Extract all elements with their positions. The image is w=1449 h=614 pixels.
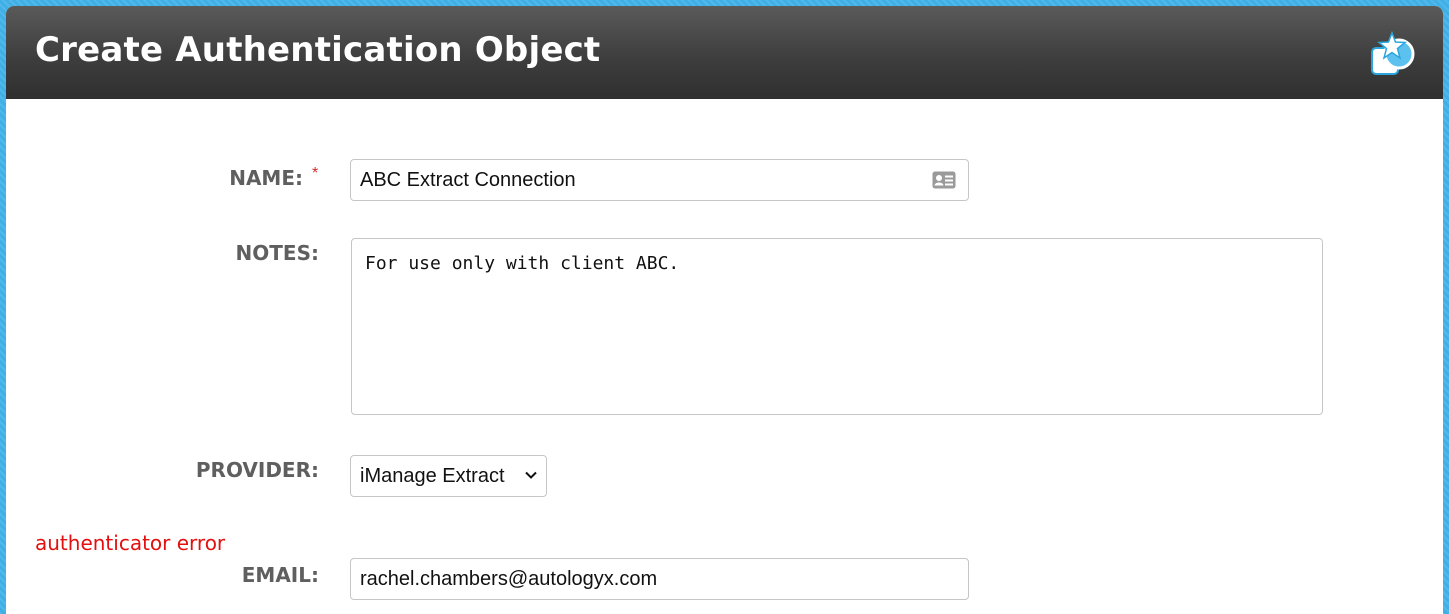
email-label: EMAIL: [241, 563, 319, 587]
provider-selected-value: iManage Extract [360, 464, 505, 487]
dialog-header: Create Authentication Object [6, 6, 1443, 99]
contact-card-icon [932, 171, 956, 189]
provider-select[interactable]: iManage Extract [350, 455, 547, 497]
notes-label: NOTES: [235, 241, 319, 265]
notes-textarea[interactable]: For use only with client ABC. [351, 238, 1323, 415]
authenticator-error-text: authenticator error [35, 531, 226, 555]
chevron-down-icon [525, 471, 537, 479]
email-input[interactable]: rachel.chambers@autologyx.com [350, 558, 969, 600]
name-input[interactable]: ABC Extract Connection [350, 159, 969, 201]
create-auth-object-dialog: Create Authentication Object NAME: * ABC… [6, 6, 1443, 614]
name-label: NAME: [229, 166, 303, 190]
name-value: ABC Extract Connection [360, 168, 576, 191]
dialog-title: Create Authentication Object [35, 30, 601, 70]
required-marker: * [312, 165, 319, 182]
star-badge-icon[interactable] [1368, 30, 1416, 78]
email-value: rachel.chambers@autologyx.com [360, 567, 658, 590]
provider-label: PROVIDER: [195, 458, 319, 482]
